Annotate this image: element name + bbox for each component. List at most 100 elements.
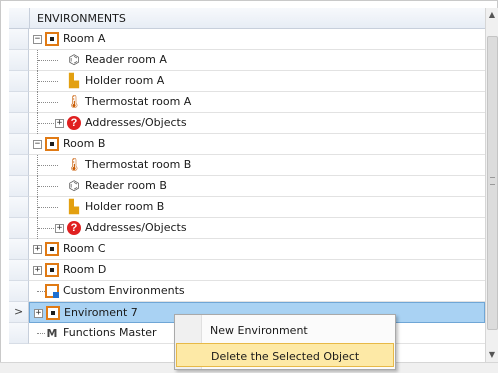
room-icon-glyph [45, 32, 59, 46]
tree-row-label: Custom Environments [63, 284, 185, 297]
card-reader-icon-glyph: ⌬ [68, 52, 80, 68]
expand-icon[interactable]: + [55, 119, 64, 128]
tree-row[interactable]: 🌡 Thermostat room B [29, 155, 485, 176]
room-icon-glyph [45, 263, 59, 277]
row-header[interactable] [9, 176, 29, 197]
tree-connector [38, 165, 58, 166]
card-holder-icon: ▙ [67, 73, 81, 89]
row-marker-icon: > [14, 305, 24, 318]
tree-row[interactable]: ⌬ Reader room B [29, 176, 485, 197]
tree-row[interactable]: 🌡 Thermostat room A [29, 92, 485, 113]
card-reader-icon: ⌬ [67, 178, 81, 194]
row-header[interactable] [9, 218, 29, 239]
row-header[interactable] [9, 134, 29, 155]
menu-item-label: Delete the Selected Object [211, 350, 360, 363]
tree-row[interactable]: Custom Environments [29, 281, 485, 302]
thermostat-icon: 🌡 [65, 157, 83, 173]
custom-environment-icon [45, 284, 59, 298]
column-header: ENVIRONMENTS [9, 8, 485, 29]
tree-row-label: Thermostat room A [85, 95, 192, 108]
row-header[interactable] [9, 155, 29, 176]
header-title: ENVIRONMENTS [37, 12, 126, 25]
row-header[interactable] [9, 197, 29, 218]
tree-row-label: Enviroment 7 [64, 306, 138, 319]
tree-grid: − Room A ⌬ Reader room A ▙ Holder room A 🌡 Ther… [29, 29, 485, 344]
tree-connector [38, 102, 58, 103]
tree-row-label: Room B [63, 137, 106, 150]
question-icon-glyph: ? [67, 116, 81, 130]
tree-row[interactable]: ⌬ Reader room A [29, 50, 485, 71]
thermostat-icon-glyph: 🌡 [65, 94, 83, 110]
question-icon-glyph: ? [67, 221, 81, 235]
row-header[interactable] [9, 239, 29, 260]
row-header[interactable] [9, 260, 29, 281]
expand-icon[interactable]: + [55, 224, 64, 233]
collapse-icon[interactable]: − [33, 35, 42, 44]
expand-icon[interactable]: + [33, 266, 42, 275]
scroll-up-icon[interactable]: ▲ [486, 8, 498, 22]
tree-row-label: Holder room A [85, 74, 165, 87]
tree-row-label: Functions Master [63, 326, 157, 339]
tree-connector [38, 186, 58, 187]
functions-icon-glyph: M [46, 326, 58, 340]
scroll-down-icon[interactable]: ▼ [486, 348, 498, 362]
tree-row-label: Holder room B [85, 200, 165, 213]
row-header[interactable] [9, 92, 29, 113]
card-reader-icon-glyph: ⌬ [68, 178, 80, 194]
tree-row[interactable]: ▙ Holder room A [29, 71, 485, 92]
menu-item-label: New Environment [210, 324, 308, 337]
tree-row-label: Addresses/Objects [85, 221, 187, 234]
tree-row-label: Reader room B [85, 179, 167, 192]
menu-item-delete-selected[interactable]: Delete the Selected Object [176, 343, 394, 367]
expand-icon[interactable]: + [33, 245, 42, 254]
vertical-scrollbar[interactable]: ▲ ▼ [485, 8, 498, 362]
room-icon [45, 242, 59, 256]
tree-connector [38, 207, 58, 208]
tree-row-label: Thermostat room B [85, 158, 192, 171]
row-header[interactable] [9, 113, 29, 134]
room-icon [45, 32, 59, 46]
row-header[interactable]: > [9, 302, 29, 323]
tree-row[interactable]: − Room B [29, 134, 485, 155]
tree-row[interactable]: +? Addresses/Objects [29, 113, 485, 134]
thermostat-icon: 🌡 [65, 94, 83, 110]
grip-icon [490, 177, 495, 185]
header-corner [9, 8, 30, 28]
context-menu: New Environment Delete the Selected Obje… [174, 314, 396, 370]
custom-environment-icon-glyph [45, 284, 59, 298]
room-icon [46, 306, 60, 320]
tree-row-label: Reader room A [85, 53, 167, 66]
tree-connector [37, 291, 45, 292]
card-holder-icon-glyph: ▙ [69, 199, 79, 215]
room-icon-glyph [45, 242, 59, 256]
row-header[interactable] [9, 50, 29, 71]
tree-row-label: Room D [63, 263, 107, 276]
question-icon: ? [67, 221, 81, 235]
tree-connector [38, 81, 58, 82]
functions-icon: M [45, 326, 59, 340]
menu-item-new-environment[interactable]: New Environment [176, 318, 394, 342]
tree-connector [37, 333, 45, 334]
room-icon-glyph [45, 137, 59, 151]
tree-row[interactable]: − Room A [29, 29, 485, 50]
card-holder-icon-glyph: ▙ [69, 73, 79, 89]
question-icon: ? [67, 116, 81, 130]
row-header[interactable] [9, 323, 29, 344]
expand-icon[interactable]: + [34, 309, 43, 318]
card-reader-icon: ⌬ [67, 52, 81, 68]
tree-row[interactable]: + Room D [29, 260, 485, 281]
tree-connector [38, 60, 58, 61]
collapse-icon[interactable]: − [33, 140, 42, 149]
tree-row[interactable]: + Room C [29, 239, 485, 260]
tree-row[interactable]: ▙ Holder room B [29, 197, 485, 218]
thermostat-icon-glyph: 🌡 [65, 157, 83, 173]
scroll-thumb[interactable] [487, 36, 498, 330]
row-header[interactable] [9, 281, 29, 302]
tree-row[interactable]: +? Addresses/Objects [29, 218, 485, 239]
tree-row-label: Addresses/Objects [85, 116, 187, 129]
tree-row-label: Room C [63, 242, 106, 255]
room-icon [45, 263, 59, 277]
row-header[interactable] [9, 29, 29, 50]
tree-row-label: Room A [63, 32, 106, 45]
row-header[interactable] [9, 71, 29, 92]
